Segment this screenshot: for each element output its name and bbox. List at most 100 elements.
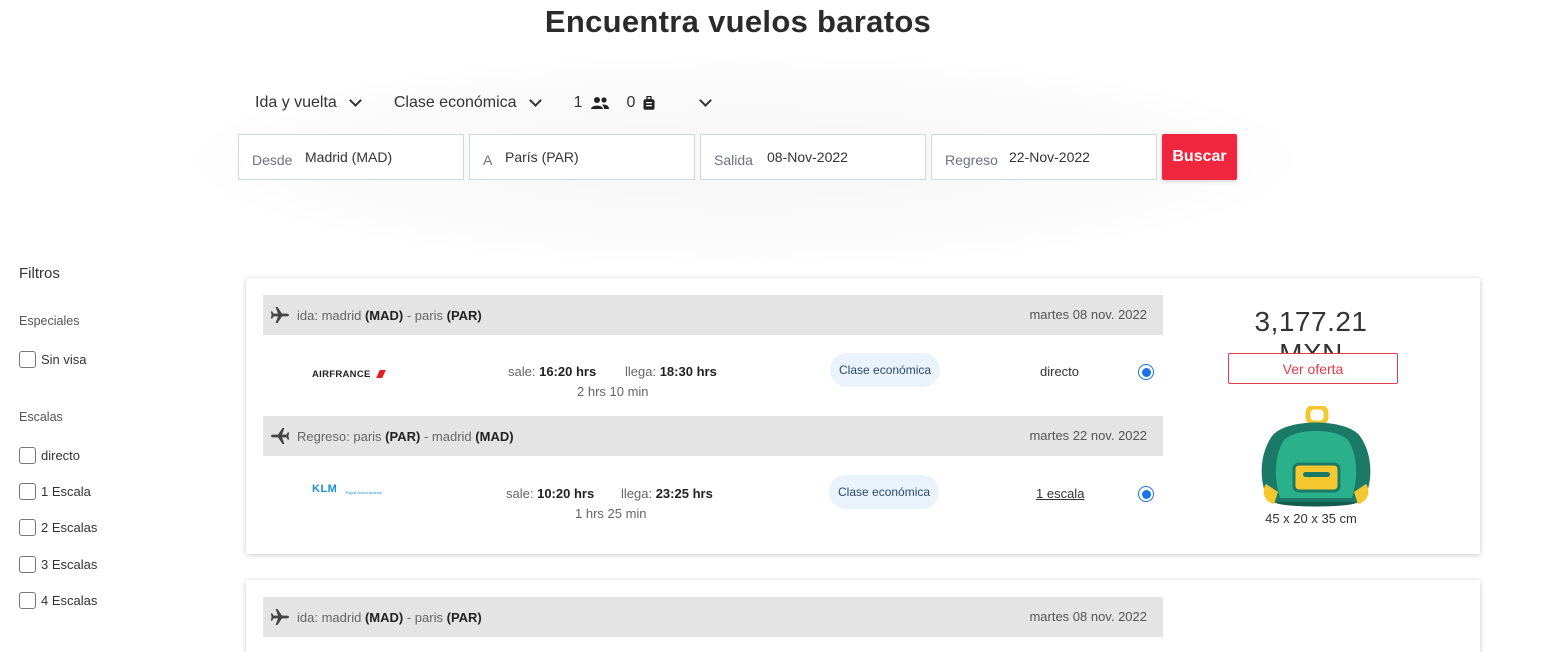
depart-label: sale: <box>506 486 534 501</box>
search-form: Desde Madrid (MAD) A París (PAR) Salida … <box>238 134 1237 180</box>
leg-origin-code: (MAD) <box>364 307 404 323</box>
search-button[interactable]: Buscar <box>1162 134 1237 180</box>
trip-type-dropdown[interactable]: Ida y vuelta <box>255 94 362 112</box>
depart-date-value: 08-Nov-2022 <box>767 149 848 165</box>
airline-name: AIRFRANCE <box>312 369 371 380</box>
checkbox[interactable] <box>19 351 36 368</box>
flight-duration: 2 hrs 10 min <box>577 384 649 399</box>
stops-filters-heading: Escalas <box>19 410 63 424</box>
leg-destination-code: (PAR) <box>446 609 482 625</box>
chevron-down-icon <box>528 94 542 107</box>
filter-label: directo <box>41 448 81 463</box>
people-icon <box>591 97 610 109</box>
class-badge: Clase económica <box>829 475 940 509</box>
return-header: Regreso: paris (PAR) - madrid (MAD) mart… <box>263 416 1163 456</box>
filter-label: 2 Escalas <box>41 520 98 535</box>
result-card: ida: madrid (MAD) - paris (PAR) martes 0… <box>246 278 1480 554</box>
flight-duration: 1 hrs 25 min <box>575 506 647 521</box>
passengers-dropdown[interactable]: 1 0 <box>573 94 713 112</box>
leg-date: martes 08 nov. 2022 <box>1029 307 1147 322</box>
origin-value: Madrid (MAD) <box>305 149 393 165</box>
origin-field[interactable]: Desde Madrid (MAD) <box>238 134 464 180</box>
filter-2-escalas[interactable]: 2 Escalas <box>19 519 97 536</box>
chevron-down-icon <box>699 94 713 107</box>
leg-origin-code: (MAD) <box>364 609 404 625</box>
passenger-count: 1 <box>573 94 583 111</box>
bag-count: 0 <box>626 94 636 111</box>
depart-time-value: 10:20 hrs <box>537 486 595 501</box>
class-badge: Clase económica <box>830 353 941 387</box>
stops-label: directo <box>1040 364 1080 379</box>
leg-destination-code: (MAD) <box>475 428 514 444</box>
cabin-class-dropdown[interactable]: Clase económica <box>394 94 542 112</box>
return-flight-row: KLM Royal Dutch Airlines sale: 10:20 hrs… <box>263 468 1163 528</box>
leg-destination: paris <box>414 307 443 323</box>
special-filters-heading: Especiales <box>19 314 80 328</box>
depart-date-field[interactable]: Salida 08-Nov-2022 <box>700 134 926 180</box>
leg-dash: - <box>423 428 429 444</box>
leg-origin: Regreso: paris <box>297 428 382 444</box>
airline-subtitle: Royal Dutch Airlines <box>346 490 382 495</box>
return-date-value: 22-Nov-2022 <box>1009 149 1090 165</box>
trip-type-label: Ida y vuelta <box>255 94 337 111</box>
leg-origin: ida: madrid <box>297 307 362 323</box>
select-outbound-radio[interactable] <box>1138 364 1154 380</box>
radio-dot <box>1141 367 1151 377</box>
airfrance-stripe-icon <box>376 370 386 378</box>
depart-label: sale: <box>508 364 536 379</box>
view-offer-button[interactable]: Ver oferta <box>1228 353 1398 384</box>
depart-time: sale: 16:20 hrs <box>508 364 596 379</box>
filter-directo[interactable]: directo <box>19 447 80 464</box>
page-title: Encuentra vuelos baratos <box>544 4 932 39</box>
arrive-label: llega: <box>621 486 653 501</box>
plane-icon <box>270 609 289 625</box>
filter-sin-visa[interactable]: Sin visa <box>19 351 87 368</box>
filter-label: 1 Escala <box>41 484 91 499</box>
checkbox[interactable] <box>19 519 36 536</box>
destination-field[interactable]: A París (PAR) <box>469 134 695 180</box>
leg-date: martes 22 nov. 2022 <box>1029 428 1147 443</box>
leg-destination: paris <box>414 609 443 625</box>
return-date-label: Regreso <box>945 152 998 168</box>
leg-origin: ida: madrid <box>297 609 362 625</box>
outbound-flight-row: AIRFRANCE sale: 16:20 hrs llega: 18:30 h… <box>263 346 1163 406</box>
filter-4-escalas[interactable]: 4 Escalas <box>19 592 97 609</box>
depart-date-label: Salida <box>714 152 753 168</box>
radio-dot <box>1141 489 1151 499</box>
filters-title: Filtros <box>19 265 60 282</box>
arrive-time-value: 18:30 hrs <box>659 364 717 379</box>
leg-destination-code: (PAR) <box>446 307 482 323</box>
leg-origin-code: (PAR) <box>385 428 421 444</box>
depart-time: sale: 10:20 hrs <box>506 486 594 501</box>
airline-logo-klm: KLM Royal Dutch Airlines <box>312 484 382 496</box>
arrive-time-value: 23:25 hrs <box>655 486 713 501</box>
filter-1-escala[interactable]: 1 Escala <box>19 483 91 500</box>
filter-label: Sin visa <box>41 352 87 367</box>
checkbox[interactable] <box>19 556 36 573</box>
chevron-down-icon <box>348 94 362 107</box>
backpack-icon <box>1261 406 1371 507</box>
leg-dash: - <box>406 307 412 323</box>
bag-dimensions: 45 x 20 x 35 cm <box>1265 511 1357 526</box>
checkbox[interactable] <box>19 447 36 464</box>
destination-label: A <box>483 152 493 168</box>
leg-dash: - <box>406 609 412 625</box>
leg-destination: madrid <box>431 428 472 444</box>
filters-sidebar: Filtros Especiales Sin visa Escalas dire… <box>19 265 169 609</box>
checkbox[interactable] <box>19 592 36 609</box>
plane-icon <box>271 428 290 444</box>
checkbox[interactable] <box>19 483 36 500</box>
airline-logo-airfrance: AIRFRANCE <box>312 364 386 382</box>
arrive-time: llega: 18:30 hrs <box>625 364 717 379</box>
select-return-radio[interactable] <box>1138 486 1154 502</box>
stops-link[interactable]: 1 escala <box>1036 486 1084 501</box>
arrive-time: llega: 23:25 hrs <box>621 486 713 501</box>
return-date-field[interactable]: Regreso 22-Nov-2022 <box>931 134 1157 180</box>
leg-date: martes 08 nov. 2022 <box>1029 609 1147 624</box>
plane-icon <box>270 307 289 323</box>
filter-3-escalas[interactable]: 3 Escalas <box>19 556 97 573</box>
origin-label: Desde <box>252 152 293 168</box>
depart-time-value: 16:20 hrs <box>539 364 597 379</box>
filter-label: 4 Escalas <box>41 593 98 608</box>
outbound-header: ida: madrid (MAD) - paris (PAR) martes 0… <box>263 597 1163 637</box>
